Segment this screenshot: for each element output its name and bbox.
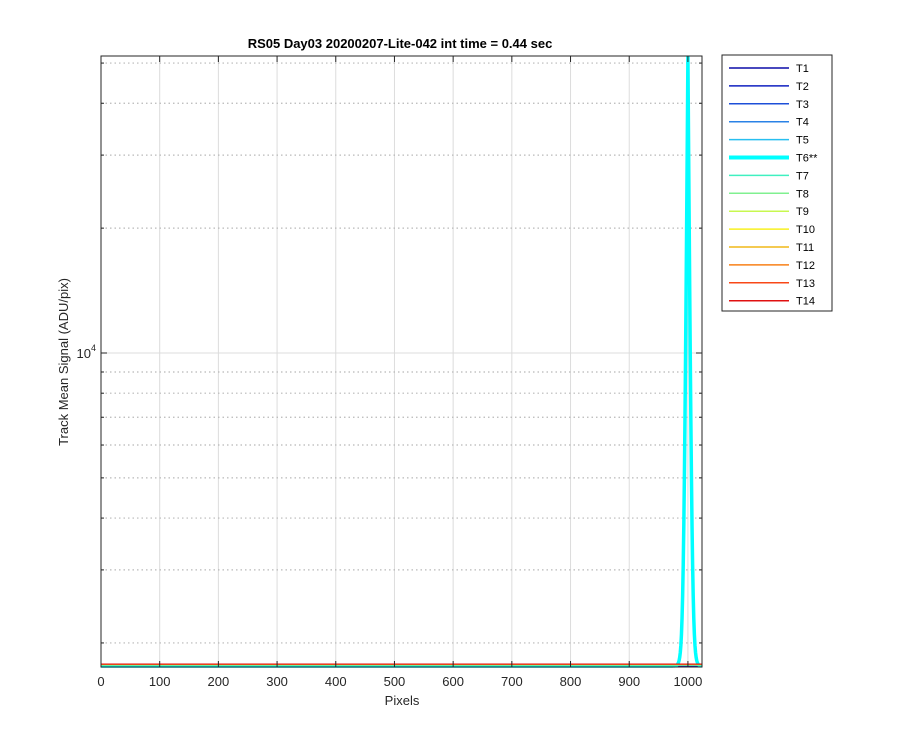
legend-entry: T7 [796, 170, 809, 182]
x-tick-label: 100 [149, 674, 171, 689]
legend-entry: T10 [796, 224, 815, 236]
x-tick-label: 700 [501, 674, 523, 689]
x-tick-label: 0 [97, 674, 104, 689]
legend-entry: T2 [796, 81, 809, 93]
legend-entry: T9 [796, 206, 809, 218]
x-tick-label: 600 [442, 674, 464, 689]
x-tick-label: 300 [266, 674, 288, 689]
legend-entry: T11 [796, 242, 814, 254]
legend-entry: T3 [796, 99, 809, 111]
legend-entry: T12 [796, 260, 815, 272]
legend-entry: T4 [796, 117, 809, 129]
plot-area [101, 56, 702, 667]
chart-title: RS05 Day03 20200207-Lite-042 int time = … [248, 36, 553, 51]
legend-entry: T5 [796, 135, 809, 147]
legend-entry: T1 [796, 63, 809, 75]
legend-box [721, 54, 833, 312]
y-tick-label: 104 [77, 343, 96, 361]
x-axis-label: Pixels [385, 693, 420, 708]
chart-figure: RS05 Day03 20200207-Lite-042 int time = … [56, 36, 833, 708]
x-tick-label: 900 [618, 674, 640, 689]
legend-entry: T6** [796, 153, 818, 165]
x-tick-label: 800 [560, 674, 582, 689]
x-tick-label: 400 [325, 674, 347, 689]
y-axis-label: Track Mean Signal (ADU/pix) [56, 278, 71, 446]
legend-entry: T13 [796, 278, 815, 290]
x-tick-label: 1000 [673, 674, 702, 689]
x-tick-label: 200 [208, 674, 230, 689]
x-tick-label: 500 [384, 674, 406, 689]
legend-entry: T8 [796, 188, 809, 200]
legend: T1 T2 T3 T4 T5 T6** T7 T8 T9 T10 T11 T12 T13 T14 [721, 54, 833, 312]
legend-entry: T14 [796, 296, 815, 308]
